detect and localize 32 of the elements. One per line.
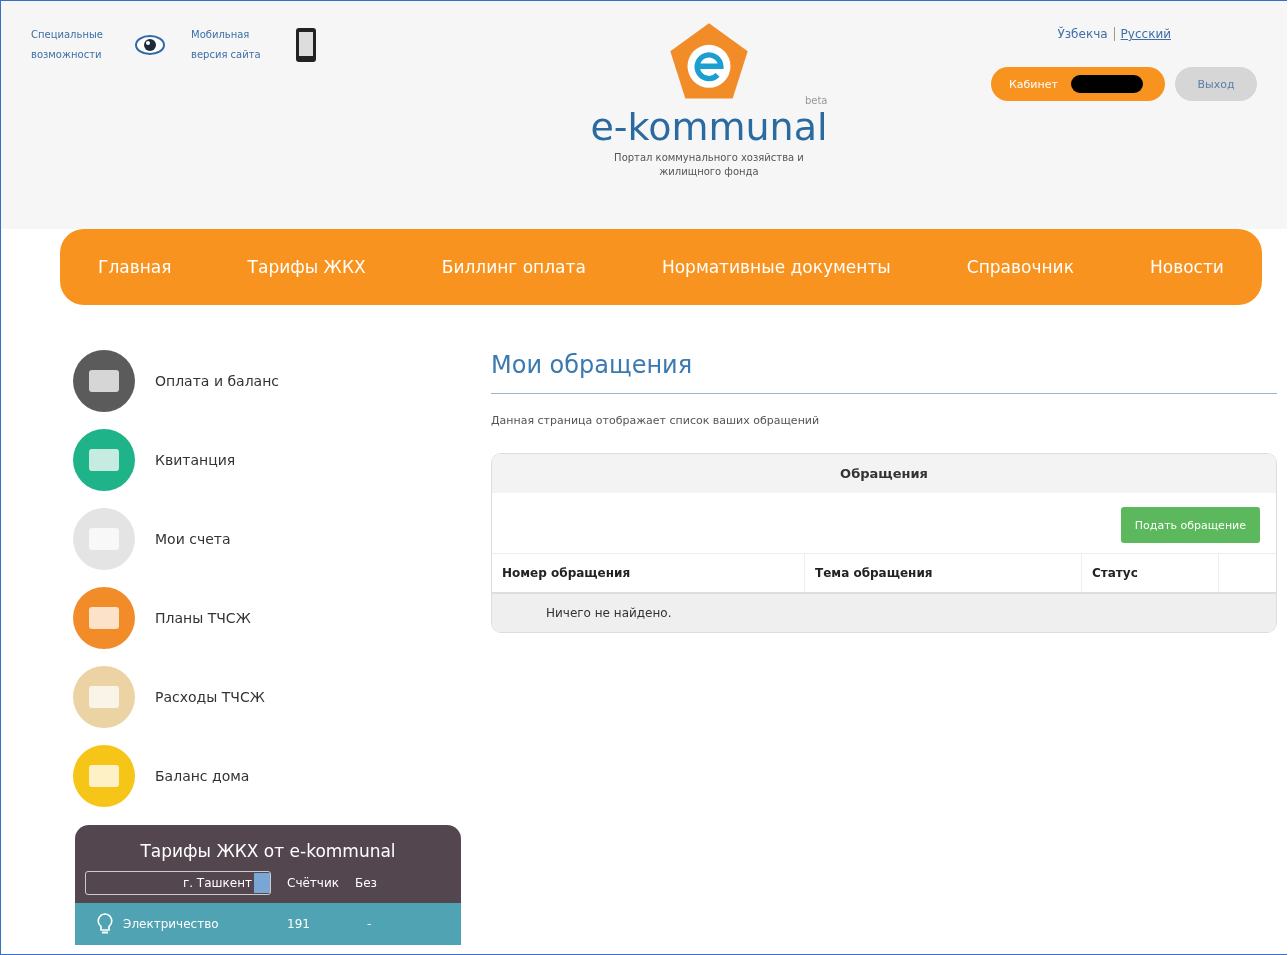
tariff-name: Электричество	[123, 917, 220, 931]
city-select[interactable]: г. Ташкент	[85, 871, 271, 895]
page-title: Мои обращения	[491, 351, 1277, 394]
column-header: Без	[355, 876, 377, 890]
language-link[interactable]: Ўзбекча	[1051, 27, 1114, 41]
column-header: Счётчик	[287, 876, 339, 890]
accessibility-link[interactable]: Специальные возможности	[31, 25, 123, 65]
empty-message: Ничего не найдено.	[546, 606, 672, 620]
column-header: Тема обращения	[805, 554, 1082, 592]
language-link[interactable]: Русский	[1113, 27, 1177, 41]
mobile-version-link[interactable]: Мобильная версия сайта	[191, 25, 283, 65]
panel-title: Обращения	[492, 454, 1276, 493]
lightbulb-icon	[97, 913, 113, 935]
column-header: Статус	[1082, 554, 1219, 592]
sidebar-link[interactable]: Баланс дома	[155, 767, 250, 784]
column-header: Номер обращения	[492, 554, 805, 592]
eye-icon[interactable]	[135, 35, 165, 55]
sidebar-link[interactable]: Квитанция	[155, 451, 236, 468]
tagline: Портал коммунального хозяйства и жилищного фонда	[613, 151, 805, 179]
sidebar-link[interactable]: Планы ТЧСЖ	[155, 609, 251, 626]
logout-button[interactable]: Выход	[1175, 67, 1257, 101]
sidebar-link[interactable]: Расходы ТЧСЖ	[155, 688, 265, 705]
phone-icon[interactable]	[295, 27, 317, 63]
sidebar-link[interactable]: Мои счета	[155, 530, 231, 547]
tariff-value: 191	[287, 917, 311, 931]
page-description: Данная страница отображает список ваших обращений	[491, 414, 821, 427]
logo-text: e-kommunal	[590, 105, 828, 149]
tariffs-title: Тарифы ЖКХ от e-kommunal	[139, 840, 397, 863]
tariff-value: -	[367, 917, 372, 931]
redacted-mark	[1071, 75, 1143, 93]
beta-label: beta	[804, 95, 828, 106]
sidebar-link[interactable]: Оплата и баланс	[155, 372, 280, 389]
